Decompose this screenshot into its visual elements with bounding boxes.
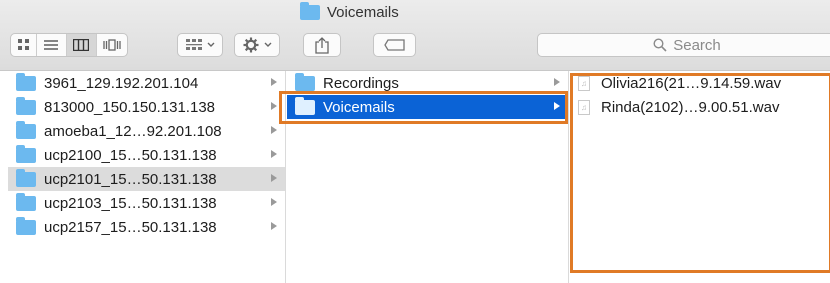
list-item[interactable]: ucp2157_15…50.131.138 [8, 215, 285, 239]
cover-flow-button[interactable] [97, 34, 127, 56]
tags-button[interactable] [373, 33, 416, 57]
gear-icon [243, 37, 258, 53]
disclosure-arrow-icon [554, 78, 560, 86]
search-icon [653, 38, 667, 52]
search-placeholder: Search [673, 36, 721, 54]
folder-icon [16, 120, 36, 139]
view-mode-control [10, 33, 128, 57]
highlight-voicemails-folder [279, 91, 568, 124]
disclosure-arrow-icon [271, 150, 277, 158]
column-view-icon [73, 39, 90, 51]
search-field[interactable]: Search [537, 33, 830, 57]
cover-flow-icon [103, 39, 121, 51]
toolbar: Voicemails Search [0, 0, 830, 71]
column-view-button[interactable] [66, 34, 97, 56]
disclosure-arrow-icon [271, 174, 277, 182]
icon-view-icon [17, 39, 29, 50]
disclosure-arrow-icon [271, 222, 277, 230]
list-item-selected[interactable]: ucp2101_15…50.131.138 [8, 167, 285, 191]
group-icon [185, 39, 202, 50]
window-title-text: Voicemails [327, 3, 399, 21]
disclosure-arrow-icon [271, 126, 277, 134]
chevron-down-icon [264, 42, 271, 47]
disclosure-arrow-icon [271, 78, 277, 86]
folder-icon [300, 1, 320, 20]
list-item[interactable]: ucp2100_15…50.131.138 [8, 143, 285, 167]
disclosure-arrow-icon [271, 102, 277, 110]
highlight-files-column [570, 73, 830, 273]
share-icon [315, 36, 329, 54]
list-item[interactable]: 3961_129.192.201.104 [8, 71, 285, 95]
tag-icon [383, 39, 405, 51]
list-view-icon [44, 40, 59, 50]
share-button[interactable] [303, 33, 341, 57]
group-by-button[interactable] [177, 33, 223, 57]
folder-icon [295, 72, 315, 91]
window-title: Voicemails [300, 1, 399, 22]
disclosure-arrow-icon [271, 198, 277, 206]
column-servers: 3961_129.192.201.104 813000_150.150.131.… [8, 71, 286, 283]
list-item[interactable]: 813000_150.150.131.138 [8, 95, 285, 119]
list-item[interactable]: amoeba1_12…92.201.108 [8, 119, 285, 143]
folder-icon [16, 144, 36, 163]
folder-icon [16, 168, 36, 187]
folder-icon [16, 192, 36, 211]
folder-icon [16, 96, 36, 115]
icon-view-button[interactable] [11, 34, 38, 56]
list-item[interactable]: ucp2103_15…50.131.138 [8, 191, 285, 215]
list-view-button[interactable] [37, 34, 67, 56]
action-button[interactable] [234, 33, 280, 57]
folder-icon [16, 216, 36, 235]
chevron-down-icon [207, 42, 214, 47]
folder-icon [16, 72, 36, 91]
